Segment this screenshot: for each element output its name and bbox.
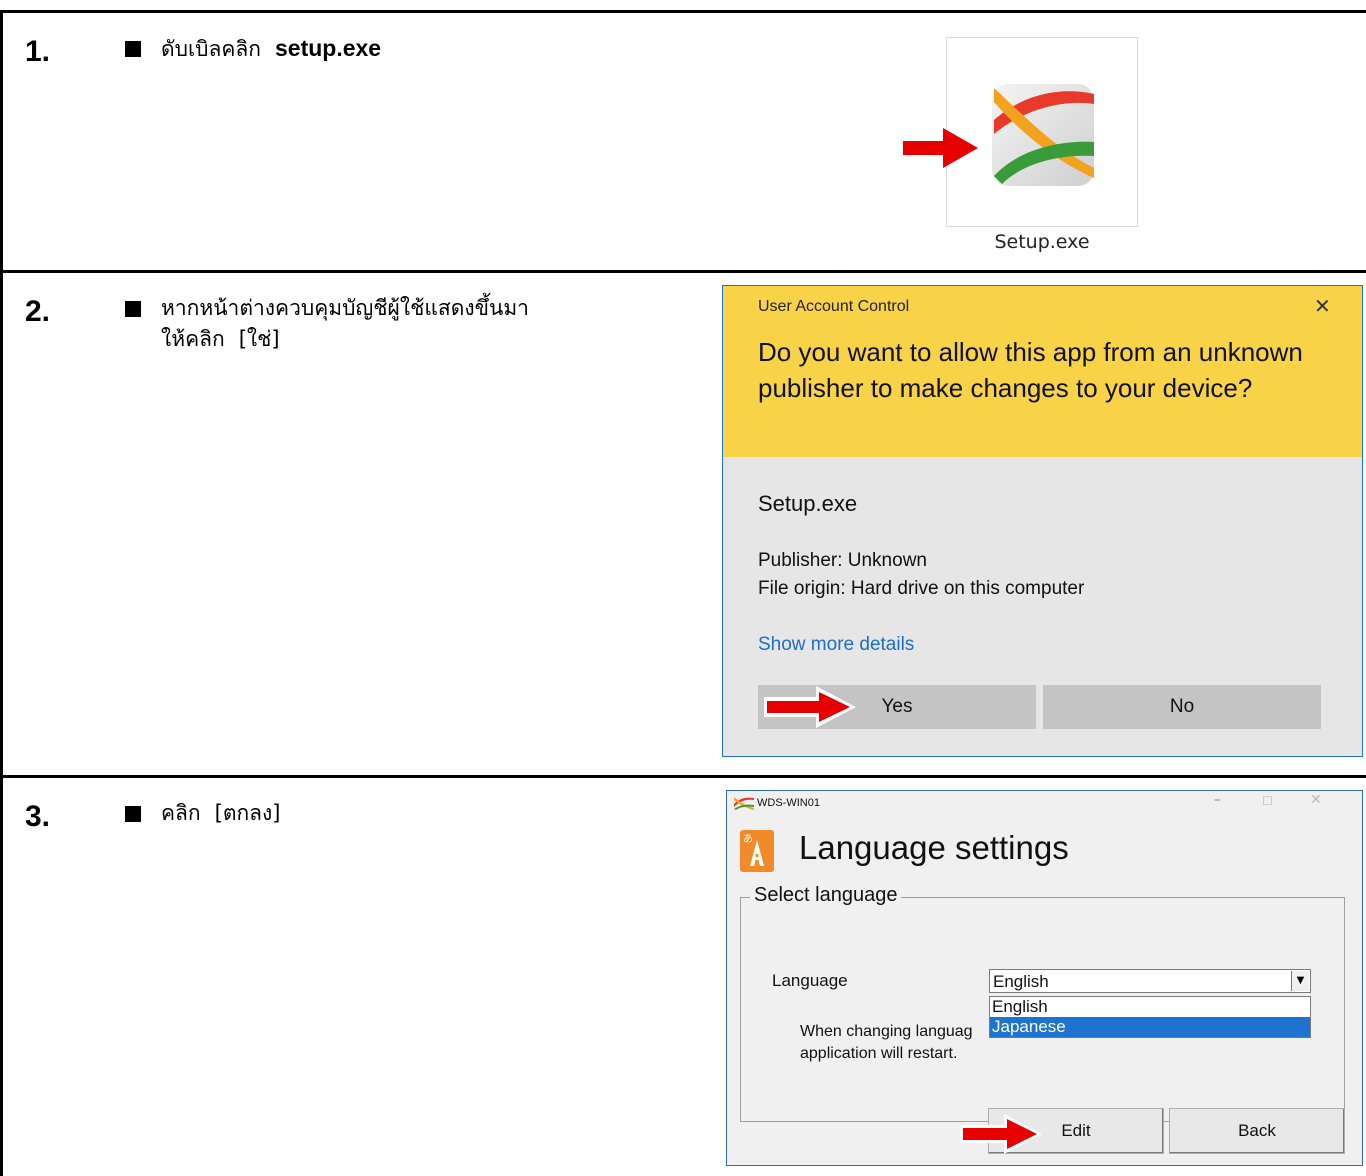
- dropdown-option-japanese[interactable]: Japanese: [990, 1017, 1310, 1037]
- step-row-1: 1. ดับเบิลคลิก setup.exe Setup.exe: [3, 13, 1366, 273]
- uac-publisher: Publisher: Unknown: [758, 550, 927, 571]
- step-number: 2.: [25, 295, 51, 328]
- instruction-emphasis: [ใช่]: [238, 327, 280, 351]
- language-select[interactable]: English ▼: [989, 969, 1311, 993]
- red-arrow-icon: [960, 1114, 1042, 1154]
- language-settings-window: WDS-WIN01 – ☐ ✕ あ Language settings Sele…: [726, 790, 1363, 1166]
- minimize-icon[interactable]: –: [1214, 792, 1221, 808]
- bullet-icon: [125, 301, 141, 317]
- maximize-icon[interactable]: ☐: [1262, 794, 1273, 808]
- no-button[interactable]: No: [1043, 685, 1321, 729]
- instruction-text: ดับเบิลคลิก: [161, 37, 261, 61]
- note-line: application will restart.: [800, 1045, 958, 1062]
- uac-file-origin: File origin: Hard drive on this computer: [758, 578, 1085, 599]
- chevron-down-icon[interactable]: ▼: [1291, 971, 1309, 991]
- uac-question: Do you want to allow this app from an un…: [758, 337, 1303, 403]
- step-number: 1.: [25, 35, 51, 68]
- setup-app-icon: [992, 84, 1094, 186]
- language-icon: あ: [740, 830, 774, 872]
- selected-value: English: [993, 972, 1049, 991]
- uac-header: User Account Control ✕ Do you want to al…: [723, 286, 1362, 457]
- language-label: Language: [772, 971, 848, 990]
- group-label: Select language: [750, 884, 902, 907]
- close-icon[interactable]: ✕: [1310, 792, 1322, 808]
- step-instruction: ดับเบิลคลิก setup.exe: [161, 33, 381, 65]
- show-more-details-link[interactable]: Show more details: [758, 634, 914, 656]
- language-dropdown-list: English Japanese: [989, 996, 1311, 1038]
- red-arrow-icon: [764, 686, 856, 728]
- close-icon[interactable]: ✕: [1314, 294, 1331, 318]
- dropdown-option-english[interactable]: English: [990, 997, 1310, 1017]
- step-instruction: หากหน้าต่างควบคุมบัญชีผู้ใช้แสดงขึ้นมา ใ…: [161, 293, 529, 355]
- instruction-text: ให้คลิก: [161, 327, 225, 351]
- step-number: 3.: [25, 800, 51, 833]
- app-logo-icon: [734, 797, 754, 810]
- uac-app-name: Setup.exe: [758, 491, 858, 516]
- back-button[interactable]: Back: [1169, 1108, 1345, 1154]
- bullet-icon: [125, 41, 141, 57]
- instruction-emphasis: [ตกลง]: [214, 801, 281, 825]
- instruction-text: คลิก: [161, 801, 201, 825]
- file-caption: Setup.exe: [994, 231, 1090, 253]
- bullet-icon: [125, 806, 141, 822]
- red-arrow-icon: [903, 128, 978, 168]
- svg-text:あ: あ: [743, 833, 753, 845]
- instruction-text: หากหน้าต่างควบคุมบัญชีผู้ใช้แสดงขึ้นมา: [161, 296, 529, 320]
- page-title: Language settings: [799, 829, 1069, 866]
- uac-title: User Account Control: [758, 298, 910, 315]
- step-instruction: คลิก [ตกลง]: [161, 798, 281, 829]
- window-title: WDS-WIN01: [757, 797, 820, 809]
- instruction-emphasis: setup.exe: [274, 35, 382, 61]
